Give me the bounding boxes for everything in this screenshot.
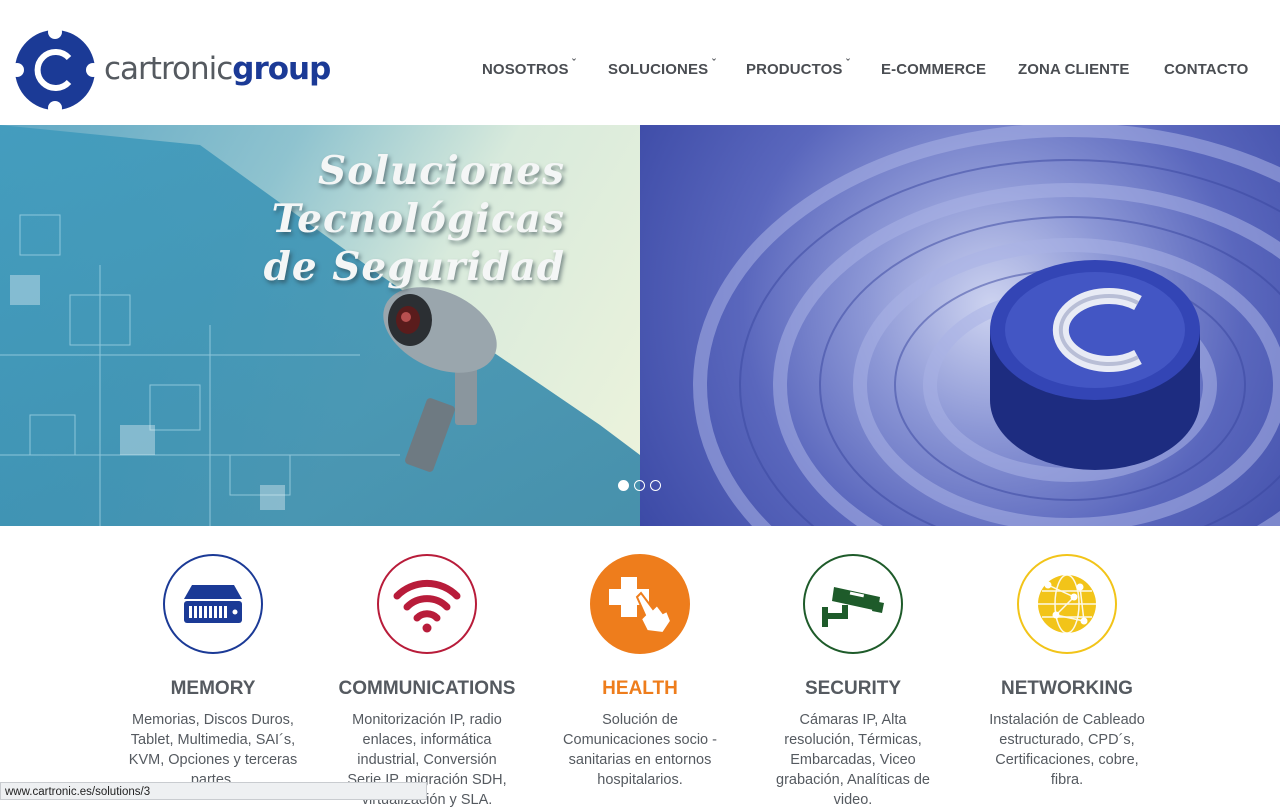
solution-security[interactable]: SECURITY Cámaras IP, Alta resolución, Té… <box>753 554 953 810</box>
solution-title[interactable]: SECURITY <box>753 678 953 700</box>
slider-dot-1[interactable] <box>618 480 629 491</box>
solution-title[interactable]: MEMORY <box>113 678 313 700</box>
server-icon <box>184 585 242 623</box>
solution-title[interactable]: HEALTH <box>540 678 740 700</box>
hero-title: Soluciones Tecnológicas de Seguridad <box>263 148 565 290</box>
nav-item-soluciones[interactable]: SOLUCIONES ˇ <box>608 58 716 78</box>
chevron-down-icon: ˇ <box>572 58 576 70</box>
main-nav: NOSOTROS ˇ SOLUCIONES ˇ PRODUCTOS ˇ E-COMME… <box>0 58 1280 81</box>
slider-dot-3[interactable] <box>650 480 661 491</box>
solution-title[interactable]: NETWORKING <box>967 678 1167 700</box>
memory-icon-circle[interactable] <box>163 554 263 654</box>
communications-icon-circle[interactable] <box>377 554 477 654</box>
hero-slider[interactable]: Soluciones Tecnológicas de Seguridad <box>0 125 1280 526</box>
solution-health[interactable]: HEALTH Solución de Comunicaciones socio … <box>540 554 740 790</box>
nav-item-nosotros[interactable]: NOSOTROS ˇ <box>482 58 576 78</box>
nav-item-ecommerce[interactable]: E-COMMERCE <box>881 61 986 78</box>
security-icon-circle[interactable] <box>803 554 903 654</box>
solution-communications[interactable]: COMMUNICATIONS Monitorización IP, radio … <box>327 554 527 810</box>
networking-icon-circle[interactable] <box>1017 554 1117 654</box>
hero-slide-logo <box>640 125 1280 526</box>
solution-desc: Instalación de Cableado estructurado, CP… <box>989 712 1145 788</box>
slider-dots <box>618 480 661 491</box>
medical-touch-icon <box>609 577 673 635</box>
hero-slide-security: Soluciones Tecnológicas de Seguridad <box>0 125 640 526</box>
solution-desc: Cámaras IP, Alta resolución, Térmicas, E… <box>776 712 930 808</box>
solution-networking[interactable]: NETWORKING Instalación de Cableado estru… <box>967 554 1167 790</box>
browser-status-bar: www.cartronic.es/solutions/3 <box>0 782 427 800</box>
solution-desc: Memorias, Discos Duros, Tablet, Multimed… <box>128 712 298 788</box>
cctv-camera-icon <box>822 587 884 627</box>
site-header: cartronicgroup NOSOTROS ˇ SOLUCIONES ˇ PRO… <box>0 0 1280 125</box>
slider-dot-2[interactable] <box>634 480 645 491</box>
solution-desc: Solución de Comunicaciones socio - sanit… <box>563 712 717 788</box>
3d-logo-illustration <box>693 125 1280 526</box>
chevron-down-icon: ˇ <box>712 58 716 70</box>
health-icon-circle[interactable] <box>590 554 690 654</box>
wifi-icon <box>393 579 461 633</box>
nav-item-zona-cliente[interactable]: ZONA CLIENTE <box>1018 61 1129 78</box>
solutions-section: MEMORY Memorias, Discos Duros, Tablet, M… <box>0 526 1280 808</box>
network-globe-icon <box>1038 574 1096 634</box>
nav-item-contacto[interactable]: CONTACTO <box>1164 61 1248 78</box>
nav-item-productos[interactable]: PRODUCTOS ˇ <box>746 58 850 78</box>
solution-title[interactable]: COMMUNICATIONS <box>327 678 527 700</box>
chevron-down-icon: ˇ <box>846 58 850 70</box>
solution-memory[interactable]: MEMORY Memorias, Discos Duros, Tablet, M… <box>113 554 313 790</box>
